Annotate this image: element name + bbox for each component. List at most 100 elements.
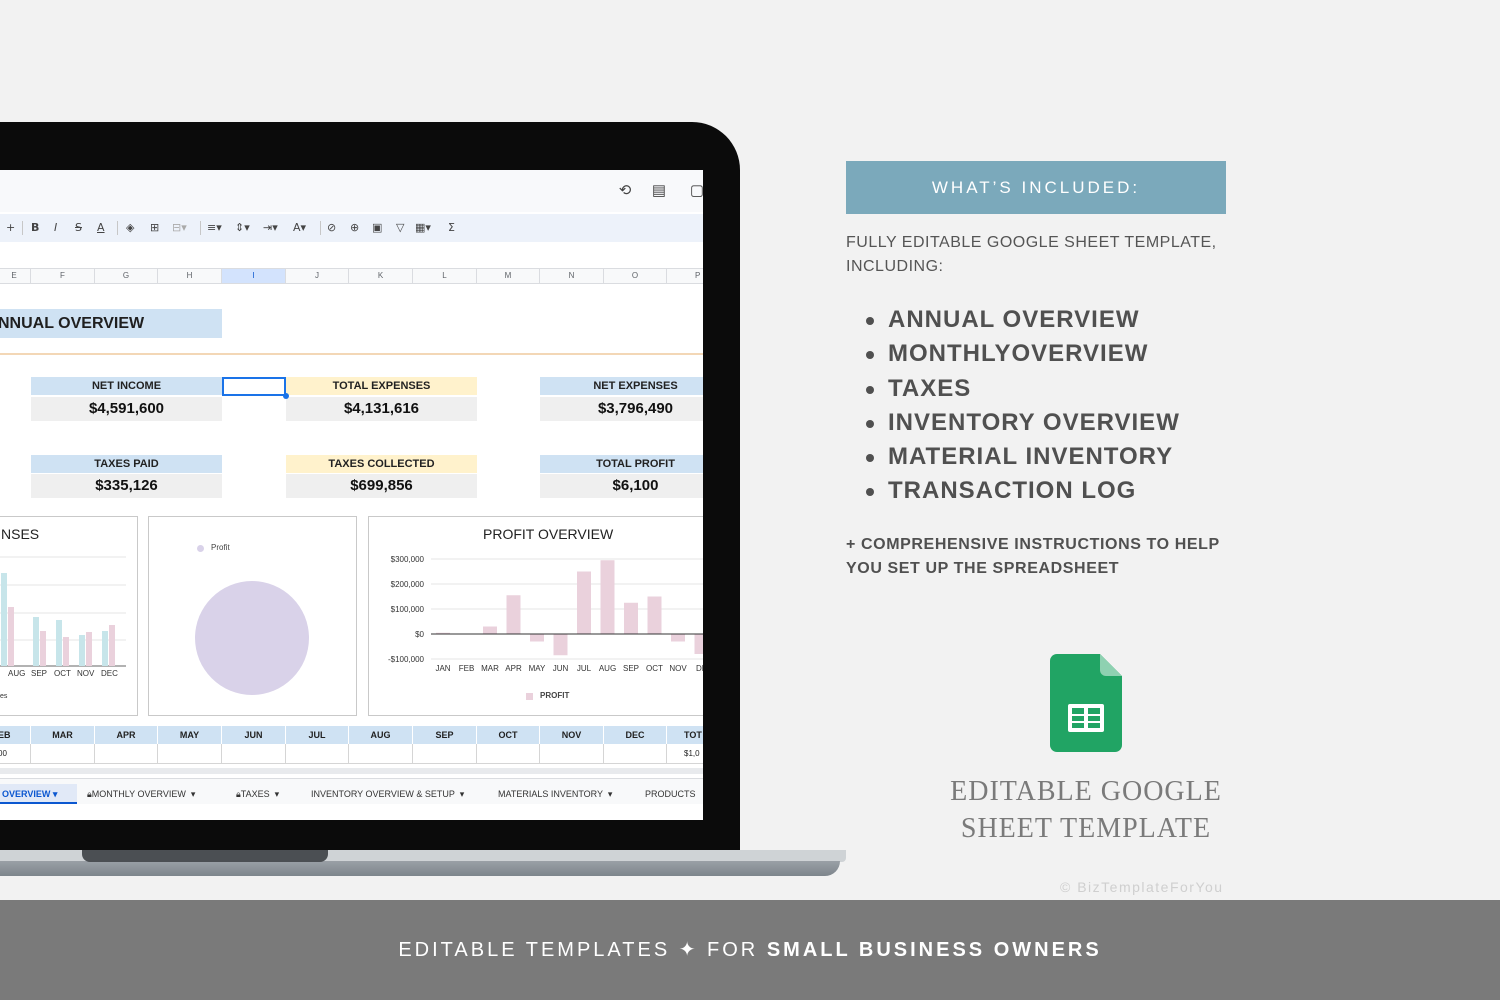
- column-header[interactable]: K: [349, 269, 413, 283]
- data-cell[interactable]: [477, 744, 540, 764]
- expenses-bar: [56, 620, 62, 666]
- tab-label: INVENTORY OVERVIEW & SETUP: [311, 789, 455, 799]
- filter-views-icon[interactable]: ▦▾: [415, 220, 431, 236]
- x-tick-label: NOV: [669, 664, 687, 673]
- insert-link-icon[interactable]: ⊘: [327, 220, 336, 236]
- tab-products[interactable]: PRODUCTS: [645, 784, 696, 804]
- expenses-x-tick: DEC: [101, 669, 118, 678]
- comments-icon[interactable]: ▤: [650, 182, 668, 200]
- text-rotation-icon[interactable]: A▾: [293, 220, 306, 236]
- expenses-bar: [1, 573, 7, 666]
- tab-inventory-overview[interactable]: INVENTORY OVERVIEW & SETUP ▾: [311, 784, 464, 804]
- title-divider: [0, 353, 703, 355]
- data-cell[interactable]: [286, 744, 349, 764]
- borders-icon[interactable]: ⊞: [150, 220, 159, 236]
- data-cell[interactable]: $1,0: [667, 744, 703, 764]
- column-header[interactable]: H: [158, 269, 222, 283]
- expenses-x-tick: OCT: [54, 669, 71, 678]
- text-color-icon[interactable]: A: [97, 220, 105, 236]
- tab-annual-overview[interactable]: OVERVIEW ▾: [0, 784, 77, 804]
- kpi-value-taxes-collected: $699,856: [286, 474, 477, 498]
- data-cell[interactable]: [349, 744, 413, 764]
- kpi-value-total-expenses: $4,131,616: [286, 397, 477, 421]
- data-cell[interactable]: [222, 744, 286, 764]
- profit-chart-plot: $300,000 $200,000 $100,000 $0 -$100,000 JAN FE…: [388, 555, 703, 673]
- column-header[interactable]: G: [95, 269, 158, 283]
- bullet-icon: [866, 419, 874, 428]
- data-cell[interactable]: [158, 744, 222, 764]
- column-header[interactable]: J: [286, 269, 349, 283]
- insert-chart-icon[interactable]: ▣: [372, 220, 382, 236]
- fill-color-icon[interactable]: ◈: [126, 220, 134, 236]
- toolbar-divider: [22, 221, 23, 235]
- fill-handle[interactable]: [283, 393, 289, 399]
- tab-monthly-overview[interactable]: 🔒︎MONTHLY OVERVIEW ▾: [87, 784, 195, 804]
- strikethrough-icon[interactable]: S: [75, 220, 82, 236]
- column-header[interactable]: P: [667, 269, 703, 283]
- month-header: EB: [0, 726, 31, 744]
- expenses-chart[interactable]: NSES AUG SEP OCT NOV DEC es: [0, 516, 138, 716]
- column-header[interactable]: E: [0, 269, 31, 283]
- tab-materials-inventory[interactable]: MATERIALS INVENTORY ▾: [498, 784, 612, 804]
- data-cell[interactable]: [95, 744, 158, 764]
- bold-icon[interactable]: B: [31, 220, 39, 236]
- selected-cell[interactable]: [222, 377, 286, 396]
- toolbar-divider: [320, 221, 321, 235]
- column-header[interactable]: F: [31, 269, 95, 283]
- tab-taxes[interactable]: 🔒︎TAXES ▾: [236, 784, 279, 804]
- data-cell[interactable]: [31, 744, 95, 764]
- annual-overview-title-band: NNUAL OVERVIEW: [0, 309, 222, 338]
- toolbar-divider: [200, 221, 201, 235]
- data-cell[interactable]: [413, 744, 477, 764]
- month-header: MAR: [31, 726, 95, 744]
- column-header[interactable]: O: [604, 269, 667, 283]
- column-header-selected[interactable]: I: [222, 269, 286, 283]
- data-cell[interactable]: 00: [0, 744, 31, 764]
- data-cell[interactable]: [540, 744, 604, 764]
- bullet-icon: [866, 317, 874, 325]
- meet-icon[interactable]: ▢: [688, 182, 703, 200]
- horizontal-scrollbar[interactable]: [0, 768, 703, 774]
- expenses-bar: [102, 631, 108, 666]
- expenses-bar: [86, 632, 92, 666]
- column-header[interactable]: N: [540, 269, 604, 283]
- chevron-down-icon: ▾: [607, 789, 613, 799]
- legend-swatch: [526, 693, 533, 700]
- insert-comment-icon[interactable]: ⊕: [350, 220, 359, 236]
- tab-label: PRODUCTS: [645, 789, 696, 799]
- merge-cells-icon[interactable]: ⊟▾: [172, 220, 187, 236]
- column-header[interactable]: L: [413, 269, 477, 283]
- month-header: NOV: [540, 726, 604, 744]
- footer-banner: EDITABLE TEMPLATES ✦ FOR SMALL BUSINESS …: [0, 900, 1500, 1000]
- list-item: TAXES: [866, 372, 1180, 406]
- month-header: SEP: [413, 726, 477, 744]
- footer-text: EDITABLE TEMPLATES ✦ FOR: [398, 939, 767, 961]
- functions-icon[interactable]: Σ: [448, 220, 455, 236]
- month-header: JUN: [222, 726, 286, 744]
- x-tick-label: JAN: [435, 664, 450, 673]
- column-header[interactable]: M: [477, 269, 540, 283]
- font-size-increase-icon[interactable]: +: [6, 220, 15, 236]
- tab-label: OVERVIEW: [2, 789, 51, 799]
- laptop-base-shadow: [0, 861, 840, 876]
- laptop-notch: [82, 850, 328, 862]
- profit-pie-chart[interactable]: Profit: [148, 516, 357, 716]
- instructions-note: + COMPREHENSIVE INSTRUCTIONS TO HELP YOU…: [846, 536, 1220, 577]
- italic-icon[interactable]: I: [54, 220, 57, 236]
- vertical-align-icon[interactable]: ⇕▾: [235, 220, 250, 236]
- version-history-icon[interactable]: ⟲: [616, 182, 634, 200]
- tab-label: MATERIALS INVENTORY: [498, 789, 603, 799]
- month-header: DEC: [604, 726, 667, 744]
- x-tick-label: MAY: [529, 664, 546, 673]
- horizontal-align-icon[interactable]: ≡▾: [207, 220, 222, 236]
- text-wrap-icon[interactable]: ⇥▾: [263, 220, 278, 236]
- x-tick-label: FEB: [459, 664, 475, 673]
- filter-icon[interactable]: ▽: [396, 220, 404, 236]
- expenses-bar: [79, 635, 85, 666]
- data-cell[interactable]: [604, 744, 667, 764]
- tab-label: MONTHLY OVERVIEW: [91, 789, 186, 799]
- expenses-legend: es: [0, 693, 8, 700]
- toolbar-divider: [117, 221, 118, 235]
- pie-slice: [195, 581, 309, 695]
- profit-overview-chart[interactable]: PROFIT OVERVIEW $300,000 $200,000 $100,000…: [368, 516, 703, 716]
